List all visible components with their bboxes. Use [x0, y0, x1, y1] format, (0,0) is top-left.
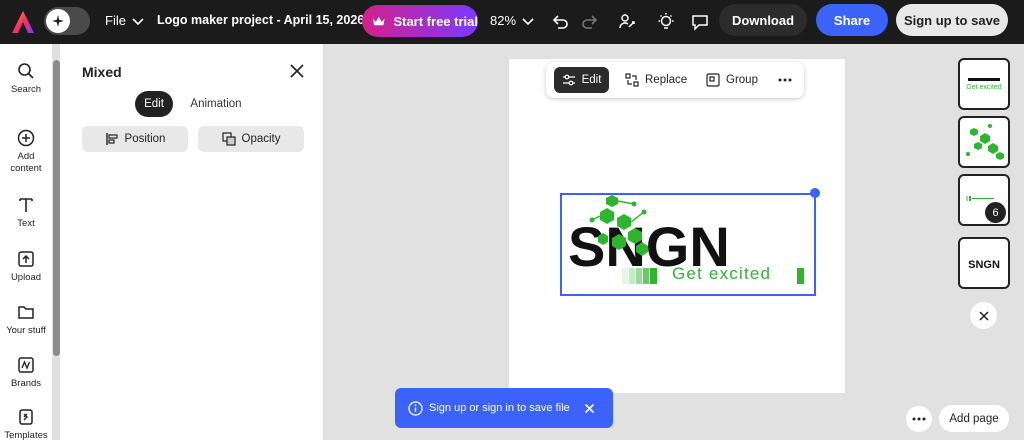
toolbar-edit-label: Edit — [581, 74, 602, 86]
rail-item-templates[interactable]: Templates — [0, 408, 52, 440]
rail-label: Add content — [10, 151, 42, 174]
page-thumbnail-2[interactable] — [958, 116, 1010, 168]
close-icon — [978, 310, 989, 321]
thumb-1-preview: Get excited — [966, 78, 1002, 91]
thumb-4-text: SNGN — [968, 259, 1000, 271]
adobe-express-logo[interactable] — [10, 9, 36, 35]
sparkle-icon — [52, 15, 64, 27]
plus-circle-icon — [17, 129, 35, 147]
toolbar-more-button[interactable] — [778, 67, 792, 93]
rail-scrollbar[interactable] — [53, 60, 60, 356]
redo-icon[interactable] — [580, 12, 600, 32]
rail-label: Search — [10, 84, 42, 95]
page-thumbnail-4[interactable]: SNGN — [958, 237, 1010, 289]
context-toolbar: Edit Replace Group — [546, 62, 804, 98]
thumb-2-preview — [966, 124, 1004, 160]
rail-label: Upload — [10, 272, 42, 283]
thumb-4-preview: SNGN — [968, 259, 1000, 271]
rotate-handle[interactable] — [810, 188, 820, 198]
group-icon — [706, 73, 720, 87]
undo-icon[interactable] — [550, 12, 570, 32]
opacity-button[interactable]: Opacity — [198, 126, 304, 152]
top-bar: File Logo maker project - April 15, 2026… — [0, 0, 1024, 44]
templates-icon — [19, 409, 33, 425]
zoom-chevron-down-icon[interactable] — [520, 13, 536, 29]
search-icon — [18, 63, 34, 79]
thumb-1-text: Get excited — [966, 84, 1002, 91]
collaborate-icon[interactable] — [617, 12, 637, 32]
position-icon — [105, 133, 118, 145]
toolbar-group-label: Group — [726, 74, 758, 86]
sliders-icon — [562, 74, 575, 86]
opacity-icon — [221, 132, 236, 146]
start-free-trial-button[interactable]: Start free trial — [362, 5, 478, 37]
rail-label: Brands — [10, 378, 42, 389]
rail-item-search[interactable]: Search — [0, 62, 52, 96]
more-options-button[interactable] — [906, 406, 932, 432]
page-thumbnail-1[interactable]: Get excited — [958, 58, 1010, 110]
more-icon — [912, 417, 926, 421]
info-icon — [408, 400, 423, 416]
toast-message[interactable]: Sign up or sign in to save file — [429, 402, 570, 414]
trial-label: Start free trial — [393, 13, 478, 29]
upload-icon — [18, 251, 34, 267]
toast-close-icon[interactable] — [584, 403, 595, 414]
rail-label: Your stuff — [6, 325, 46, 336]
more-icon — [778, 78, 792, 82]
panel-title: Mixed — [82, 64, 122, 80]
comment-icon[interactable] — [690, 12, 710, 32]
properties-panel: Mixed Edit Animation Position Opacity — [60, 44, 324, 440]
zoom-level[interactable]: 82% — [490, 13, 516, 28]
toolbar-edit-button[interactable]: Edit — [554, 67, 609, 93]
toolbar-group-button[interactable]: Group — [706, 67, 758, 93]
position-label: Position — [124, 133, 166, 145]
project-title[interactable]: Logo maker project - April 15, 2026 at .… — [157, 13, 393, 27]
tab-edit[interactable]: Edit — [135, 91, 173, 117]
rail-item-brands[interactable]: Brands — [0, 356, 52, 390]
text-icon — [19, 198, 33, 212]
save-toast: Sign up or sign in to save file — [395, 388, 613, 428]
mode-toggle[interactable] — [44, 7, 90, 35]
replace-icon — [625, 73, 639, 87]
rail-item-add-content[interactable]: Add content — [0, 129, 52, 175]
share-button[interactable]: Share — [816, 4, 888, 36]
rail-item-upload[interactable]: Upload — [0, 250, 52, 284]
rail-item-your-stuff[interactable]: Your stuff — [0, 303, 52, 337]
toolbar-replace-button[interactable]: Replace — [625, 67, 687, 93]
toolbar-replace-label: Replace — [645, 74, 688, 86]
add-page-button[interactable]: Add page — [939, 405, 1009, 432]
selection-box[interactable] — [560, 193, 816, 296]
position-button[interactable]: Position — [82, 126, 188, 152]
brand-icon — [18, 357, 34, 373]
download-button[interactable]: Download — [719, 4, 807, 36]
close-pages-button[interactable] — [970, 302, 997, 329]
close-icon[interactable] — [288, 62, 306, 80]
crown-icon — [372, 16, 385, 26]
page-count-badge: 6 — [985, 202, 1006, 223]
file-menu[interactable]: File — [105, 13, 126, 28]
rail-item-text[interactable]: Text — [0, 196, 52, 230]
folder-icon — [18, 306, 34, 319]
chevron-down-icon[interactable] — [130, 13, 146, 29]
left-rail: Search Add content Text Upload Your stuf… — [0, 44, 52, 440]
rail-label: Templates — [4, 430, 48, 440]
lightbulb-icon[interactable] — [656, 12, 676, 32]
tab-animation[interactable]: Animation — [184, 91, 248, 117]
toggle-knob — [46, 9, 70, 33]
opacity-label: Opacity — [241, 133, 281, 145]
rail-label: Text — [17, 218, 35, 229]
sign-up-button[interactable]: Sign up to save — [896, 4, 1008, 36]
